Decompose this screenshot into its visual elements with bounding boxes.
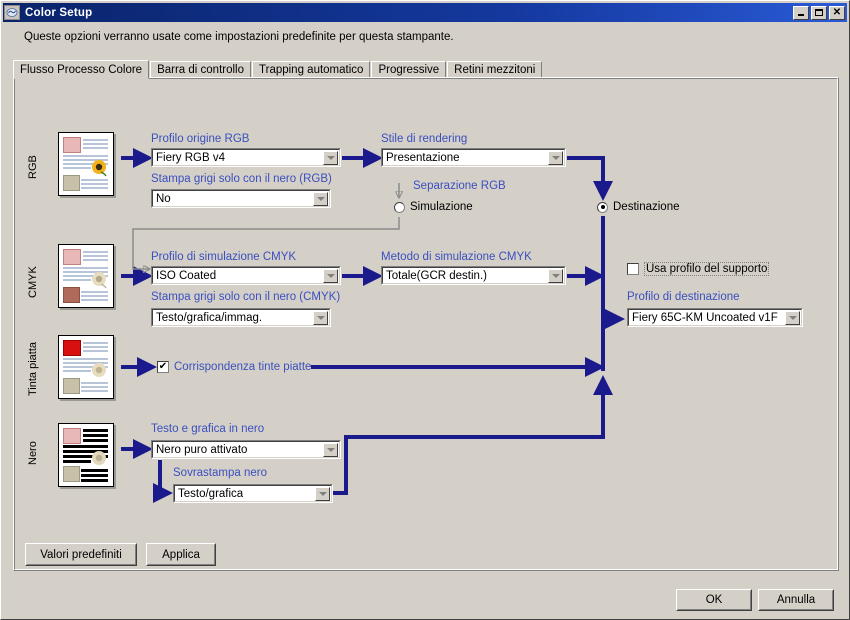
label-testo-e-grafica-in-nero: Testo e grafica in nero <box>151 423 265 435</box>
label-profilo-simulazione-cmyk: Profilo di simulazione CMYK <box>151 251 297 263</box>
chevron-down-icon[interactable] <box>315 487 330 501</box>
maximize-icon <box>815 9 823 16</box>
row-label-rgb: RGB <box>27 155 39 179</box>
tab-progressive[interactable]: Progressive <box>371 61 447 78</box>
chevron-down-icon[interactable] <box>548 151 563 165</box>
tab-trapping-automatico[interactable]: Trapping automatico <box>252 61 371 78</box>
combo-value-stampa-grigi-cmyk: Testo/grafica/immag. <box>156 311 263 324</box>
combo-profilo-simulazione-cmyk[interactable]: ISO Coated <box>151 266 341 285</box>
combo-value-profilo-di-destinazione: Fiery 65C-KM Uncoated v1F <box>632 311 778 324</box>
radio-destinazione[interactable]: Destinazione <box>597 201 679 213</box>
dialog-description: Queste opzioni verranno usate come impos… <box>24 31 454 43</box>
title-bar: Color Setup ✕ <box>3 3 847 22</box>
tab-bar: Flusso Processo Colore Barra di controll… <box>13 59 839 79</box>
label-profilo-di-destinazione: Profilo di destinazione <box>627 291 740 303</box>
label-stile-di-rendering: Stile di rendering <box>381 133 468 145</box>
chevron-down-icon[interactable] <box>323 151 338 165</box>
label-separazione-rgb: Separazione RGB <box>413 180 506 192</box>
fiery-logo-svg <box>6 8 18 17</box>
window-controls: ✕ <box>793 5 845 20</box>
check-mark-icon: ✔ <box>158 361 168 372</box>
thumbnail-tinta-piatta <box>58 335 114 399</box>
color-setup-window: Color Setup ✕ Queste opzioni verranno us… <box>0 0 850 620</box>
combo-profilo-di-destinazione[interactable]: Fiery 65C-KM Uncoated v1F <box>627 308 803 327</box>
checkbox-corrispondenza-icon[interactable]: ✔ <box>157 361 169 373</box>
close-icon: ✕ <box>832 6 842 18</box>
label-profilo-origine-rgb: Profilo origine RGB <box>151 133 250 145</box>
row-label-tinta-piatta: Tinta piatta <box>27 342 39 397</box>
chevron-down-icon[interactable] <box>323 443 338 457</box>
combo-value-sovrastampa-nero: Testo/grafica <box>178 487 244 500</box>
label-sovrastampa-nero: Sovrastampa nero <box>173 467 267 479</box>
combo-sovrastampa-nero[interactable]: Testo/grafica <box>173 484 333 503</box>
row-label-nero: Nero <box>27 441 39 465</box>
chevron-down-icon[interactable] <box>313 311 328 325</box>
checkbox-corrispondenza-label: Corrispondenza tinte piatte <box>174 361 312 373</box>
checkbox-usa-profilo-supporto-icon[interactable] <box>627 263 639 275</box>
minimize-button[interactable] <box>793 5 809 20</box>
label-stampa-grigi-rgb: Stampa grigi solo con il nero (RGB) <box>151 173 332 185</box>
combo-value-metodo-simulazione-cmyk: Totale(GCR destin.) <box>386 269 487 282</box>
fiery-logo-icon <box>4 5 20 20</box>
combo-value-stile-di-rendering: Presentazione <box>386 151 460 164</box>
valori-predefiniti-button[interactable]: Valori predefiniti <box>25 543 137 566</box>
combo-metodo-simulazione-cmyk[interactable]: Totale(GCR destin.) <box>381 266 566 285</box>
tab-barra-di-controllo[interactable]: Barra di controllo <box>150 61 252 78</box>
combo-profilo-origine-rgb[interactable]: Fiery RGB v4 <box>151 148 341 167</box>
label-metodo-simulazione-cmyk: Metodo di simulazione CMYK <box>381 251 532 263</box>
combo-stampa-grigi-rgb[interactable]: No <box>151 189 331 208</box>
checkbox-usa-profilo-supporto-label: Usa profilo del supporto <box>644 262 770 276</box>
combo-value-testo-e-grafica-in-nero: Nero puro attivato <box>156 443 248 456</box>
tab-retini-mezzitoni[interactable]: Retini mezzitoni <box>447 61 543 78</box>
combo-testo-e-grafica-in-nero[interactable]: Nero puro attivato <box>151 440 341 459</box>
combo-value-profilo-origine-rgb: Fiery RGB v4 <box>156 151 226 164</box>
applica-button[interactable]: Applica <box>146 543 216 566</box>
thumbnail-rgb <box>58 132 114 196</box>
thumbnail-nero <box>58 423 114 487</box>
cancel-button[interactable]: Annulla <box>758 589 834 611</box>
radio-simulazione-icon[interactable] <box>394 201 405 213</box>
radio-destinazione-icon[interactable] <box>597 201 608 213</box>
combo-value-stampa-grigi-rgb: No <box>156 192 171 205</box>
checkbox-corrispondenza-tinte-piatte[interactable]: ✔ Corrispondenza tinte piatte <box>157 361 311 373</box>
chevron-down-icon[interactable] <box>785 311 800 325</box>
checkbox-usa-profilo-supporto[interactable]: Usa profilo del supporto <box>627 262 770 276</box>
minimize-icon <box>798 14 804 16</box>
chevron-down-icon[interactable] <box>313 192 328 206</box>
close-button[interactable]: ✕ <box>829 5 845 20</box>
thumbnail-cmyk <box>58 244 114 308</box>
radio-simulazione-label: Simulazione <box>410 201 473 213</box>
window-title: Color Setup <box>25 6 93 19</box>
ok-button[interactable]: OK <box>676 589 752 611</box>
row-label-cmyk: CMYK <box>27 266 39 298</box>
combo-stampa-grigi-cmyk[interactable]: Testo/grafica/immag. <box>151 308 331 327</box>
radio-simulazione[interactable]: Simulazione <box>394 201 473 213</box>
chevron-down-icon[interactable] <box>323 269 338 283</box>
radio-destinazione-label: Destinazione <box>613 201 680 213</box>
tab-flusso-processo-colore[interactable]: Flusso Processo Colore <box>13 60 150 79</box>
label-stampa-grigi-cmyk: Stampa grigi solo con il nero (CMYK) <box>151 291 341 303</box>
maximize-button[interactable] <box>811 5 827 20</box>
combo-stile-di-rendering[interactable]: Presentazione <box>381 148 566 167</box>
chevron-down-icon[interactable] <box>548 269 563 283</box>
combo-value-profilo-simulazione-cmyk: ISO Coated <box>156 269 217 282</box>
